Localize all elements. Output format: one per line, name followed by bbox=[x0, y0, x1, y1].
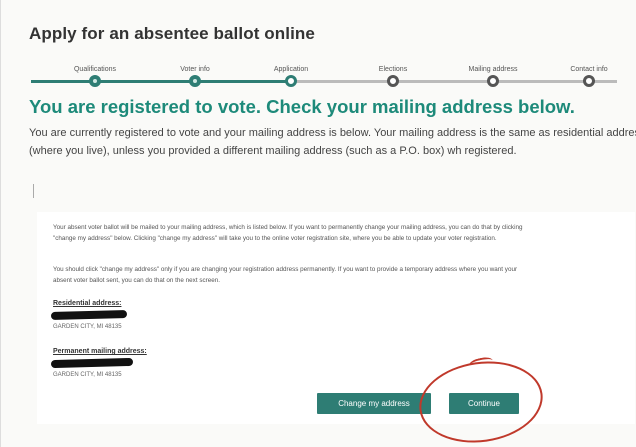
step-label-voter-info: Voter info bbox=[180, 66, 210, 73]
mailing-address-city: GARDEN CITY, MI 48135 bbox=[53, 372, 122, 378]
step-dot-application bbox=[285, 75, 297, 87]
residential-address-city: GARDEN CITY, MI 48135 bbox=[53, 324, 122, 330]
step-label-contact-info: Contact info bbox=[570, 66, 608, 73]
step-dot-elections bbox=[387, 75, 399, 87]
step-label-mailing-address: Mailing address bbox=[468, 66, 518, 73]
step-label-elections: Elections bbox=[378, 66, 408, 73]
registration-status-heading: You are registered to vote. Check your m… bbox=[29, 96, 575, 117]
progress-stepper: Qualifications Voter info Application El… bbox=[1, 58, 636, 98]
change-address-button[interactable]: Change my address bbox=[317, 393, 431, 414]
panel-paragraph-2: You should click "change my address" onl… bbox=[53, 266, 518, 284]
step-dot-voter-info bbox=[189, 75, 201, 87]
stepper-track-remaining bbox=[287, 80, 617, 83]
page: Apply for an absentee ballot online Qual… bbox=[0, 0, 636, 447]
step-label-qualifications: Qualifications bbox=[73, 66, 117, 73]
intro-text: You are currently registered to vote and… bbox=[29, 127, 636, 157]
step-dot-mailing-address bbox=[487, 75, 499, 87]
text-cursor bbox=[33, 184, 34, 198]
panel-paragraph-1: Your absent voter ballot will be mailed … bbox=[53, 224, 523, 242]
redacted-mailing-street bbox=[50, 357, 134, 369]
stepper-track-complete bbox=[31, 80, 287, 83]
residential-address-label: Residential address: bbox=[53, 300, 122, 307]
step-dot-contact-info bbox=[583, 75, 595, 87]
step-dot-qualifications bbox=[89, 75, 101, 87]
step-label-application: Application bbox=[273, 66, 309, 73]
page-title: Apply for an absentee ballot online bbox=[29, 24, 315, 43]
redacted-residential-street bbox=[50, 310, 128, 320]
mailing-address-label: Permanent mailing address: bbox=[53, 348, 147, 355]
